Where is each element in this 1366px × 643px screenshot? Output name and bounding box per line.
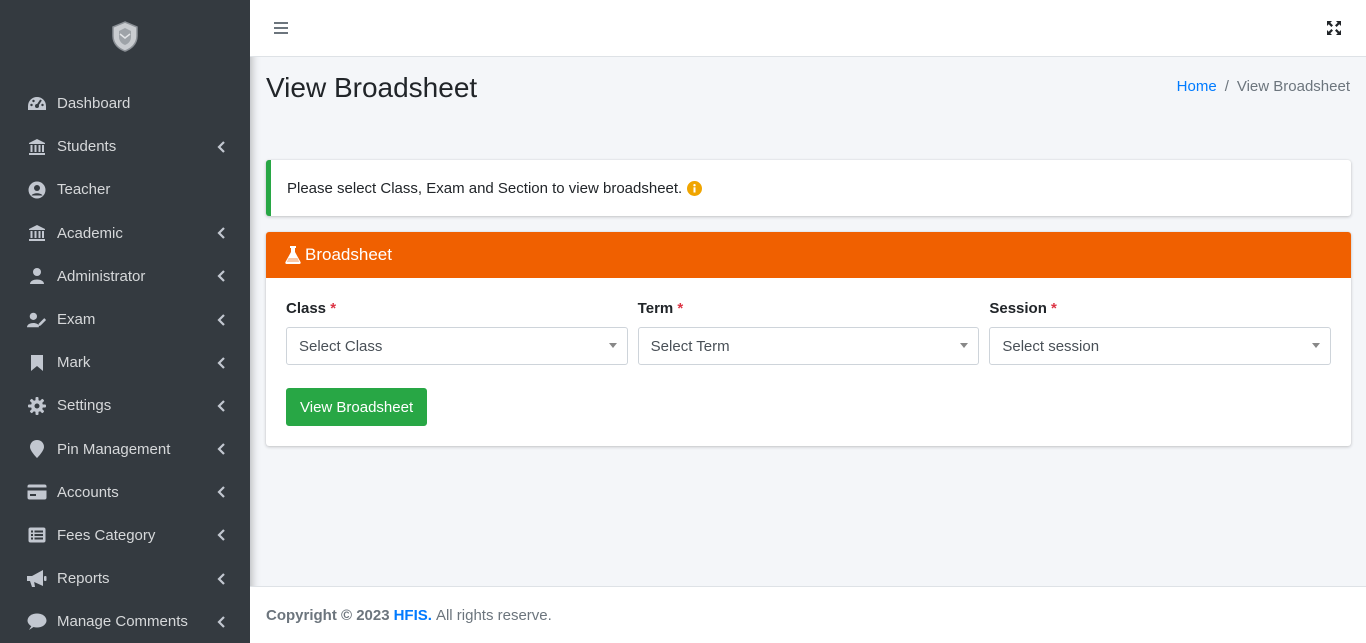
breadcrumb-current: View Broadsheet bbox=[1236, 78, 1350, 95]
sidebar-item-manage-comments[interactable]: Manage Comments bbox=[0, 600, 250, 643]
flask-icon bbox=[285, 246, 301, 264]
chevron-left-icon bbox=[216, 141, 226, 153]
sidebar-item-academic[interactable]: Academic bbox=[0, 212, 250, 255]
sidebar-item-pin-management[interactable]: Pin Management bbox=[0, 428, 250, 471]
fullscreen-expand-icon[interactable] bbox=[1326, 20, 1342, 36]
required-marker: * bbox=[677, 300, 684, 317]
info-circle-icon bbox=[687, 180, 703, 196]
map-marker-icon bbox=[27, 439, 47, 459]
chevron-left-icon bbox=[216, 572, 226, 585]
sidebar-item-label: Teacher bbox=[57, 181, 111, 199]
dropdown-caret-icon bbox=[960, 343, 969, 348]
sidebar-item-label: Pin Management bbox=[57, 440, 171, 458]
dropdown-caret-icon bbox=[608, 343, 617, 348]
gear-icon bbox=[27, 396, 47, 416]
sidebar-item-mark[interactable]: Mark bbox=[0, 341, 250, 384]
breadcrumb-separator: / bbox=[1224, 78, 1229, 95]
sidebar-item-label: Academic bbox=[57, 224, 123, 242]
bookmark-icon bbox=[27, 353, 47, 373]
sidebar-item-label: Accounts bbox=[57, 483, 119, 501]
user-icon bbox=[27, 266, 47, 286]
term-label: Term * bbox=[637, 300, 684, 317]
comment-icon bbox=[27, 612, 47, 632]
card-title: Broadsheet bbox=[305, 245, 392, 264]
term-field-group: Term * Select Term bbox=[637, 300, 980, 365]
sidebar-item-label: Reports bbox=[57, 570, 110, 588]
chevron-left-icon bbox=[216, 616, 226, 628]
credit-card-icon bbox=[27, 482, 47, 502]
page-title: View Broadsheet bbox=[266, 72, 478, 103]
callout-text: Please select Class, Exam and Section to… bbox=[287, 179, 683, 197]
sidebar-item-exam[interactable]: Exam bbox=[0, 298, 250, 341]
sidebar-item-students[interactable]: Students bbox=[0, 125, 250, 168]
class-field-group: Class * Select Class bbox=[286, 300, 628, 365]
breadcrumb-home-link[interactable]: Home bbox=[1177, 78, 1217, 95]
broadsheet-card: Broadsheet Class * Select Class Term * S… bbox=[266, 232, 1351, 446]
sidebar-item-accounts[interactable]: Accounts bbox=[0, 471, 250, 514]
sidebar-item-dashboard[interactable]: Dashboard bbox=[0, 82, 250, 125]
session-select-value: Select session bbox=[1002, 337, 1100, 355]
class-select-value: Select Class bbox=[299, 337, 383, 355]
sidebar-item-label: Administrator bbox=[57, 267, 146, 285]
card-header: Broadsheet bbox=[266, 232, 1351, 278]
footer: Copyright © 2023 HFIS. All rights reserv… bbox=[250, 586, 1366, 643]
brand[interactable] bbox=[0, 0, 250, 72]
filter-form: Class * Select Class Term * Select Term … bbox=[286, 300, 1332, 365]
chevron-left-icon bbox=[216, 443, 226, 455]
university-icon bbox=[27, 137, 47, 157]
required-marker: * bbox=[330, 300, 337, 317]
term-select[interactable]: Select Term bbox=[637, 327, 980, 365]
class-select[interactable]: Select Class bbox=[286, 327, 628, 365]
info-callout: Please select Class, Exam and Section to… bbox=[266, 160, 1351, 216]
session-label: Session * bbox=[989, 300, 1057, 317]
sidebar-item-label: Mark bbox=[57, 354, 91, 372]
session-select[interactable]: Select session bbox=[989, 327, 1332, 365]
sidebar-item-label: Fees Category bbox=[57, 526, 156, 544]
top-navbar bbox=[250, 0, 1366, 57]
breadcrumb: Home / View Broadsheet bbox=[1177, 78, 1350, 95]
chevron-left-icon bbox=[216, 529, 226, 542]
sidebar-item-fees-category[interactable]: Fees Category bbox=[0, 514, 250, 557]
sidebar-item-administrator[interactable]: Administrator bbox=[0, 255, 250, 298]
tachometer-icon bbox=[27, 94, 47, 114]
list-alt-icon bbox=[27, 525, 47, 545]
chevron-left-icon bbox=[216, 400, 226, 412]
sidebar-item-label: Students bbox=[57, 138, 117, 156]
school-logo-icon[interactable] bbox=[107, 18, 143, 54]
menu-toggle-icon[interactable] bbox=[274, 20, 288, 36]
bullhorn-icon bbox=[27, 569, 47, 589]
view-broadsheet-button[interactable]: View Broadsheet bbox=[286, 388, 428, 426]
user-edit-icon bbox=[27, 310, 47, 330]
sidebar: Dashboard Students Teacher Academic Admi… bbox=[0, 0, 250, 643]
chevron-left-icon bbox=[216, 270, 226, 283]
dropdown-caret-icon bbox=[1312, 343, 1321, 348]
sidebar-item-label: Exam bbox=[57, 311, 96, 329]
sidebar-item-teacher[interactable]: Teacher bbox=[0, 168, 250, 211]
chevron-left-icon bbox=[216, 486, 226, 499]
university-icon bbox=[27, 223, 47, 243]
sidebar-item-reports[interactable]: Reports bbox=[0, 557, 250, 600]
required-marker: * bbox=[1051, 300, 1057, 317]
footer-brand-link[interactable]: HFIS. bbox=[394, 607, 432, 624]
chevron-left-icon bbox=[216, 313, 226, 326]
sidebar-item-label: Manage Comments bbox=[57, 613, 188, 631]
sidebar-item-label: Dashboard bbox=[57, 95, 131, 113]
chevron-left-icon bbox=[216, 227, 226, 239]
term-select-value: Select Term bbox=[650, 337, 730, 355]
sidebar-item-label: Settings bbox=[57, 397, 112, 415]
user-circle-icon bbox=[27, 180, 47, 200]
chevron-left-icon bbox=[216, 356, 226, 369]
footer-copyright: Copyright © 2023 bbox=[266, 606, 390, 624]
sidebar-nav: Dashboard Students Teacher Academic Admi… bbox=[0, 72, 250, 643]
sidebar-item-settings[interactable]: Settings bbox=[0, 384, 250, 427]
session-field-group: Session * Select session bbox=[989, 300, 1332, 365]
class-label: Class * bbox=[286, 300, 337, 317]
footer-rights: All rights reserve. bbox=[435, 606, 552, 624]
